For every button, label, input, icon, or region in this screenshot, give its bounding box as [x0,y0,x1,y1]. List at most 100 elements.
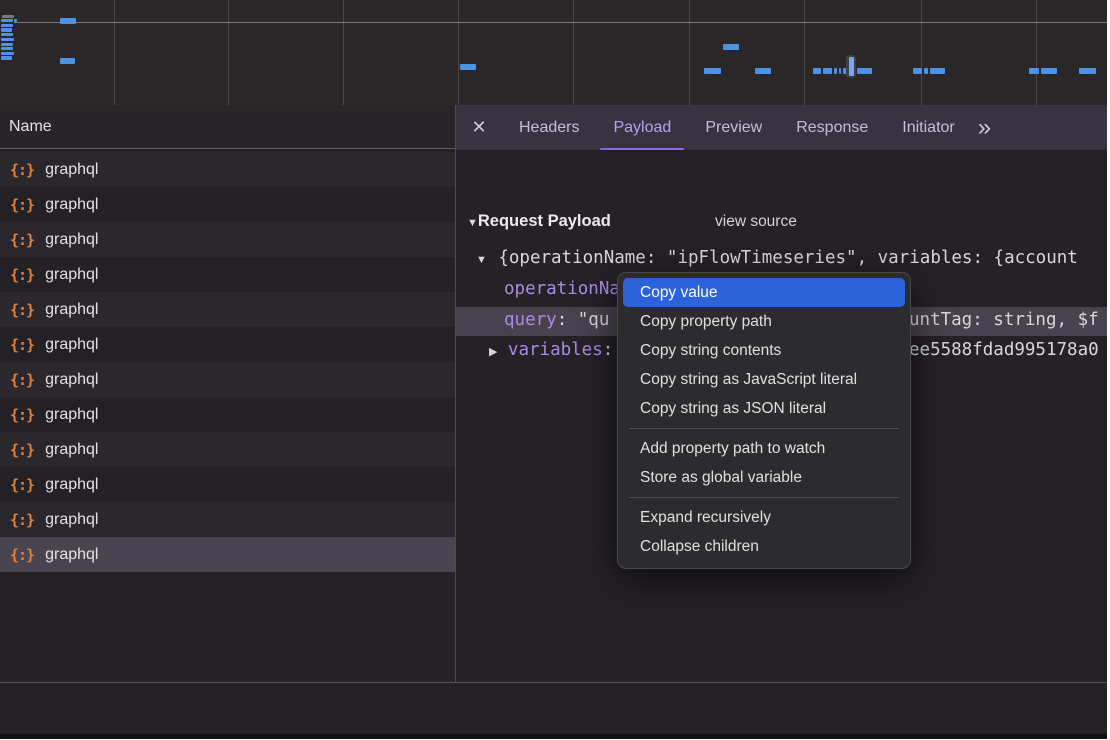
timeline-request-bar[interactable] [460,64,476,70]
tab-preview[interactable]: Preview [688,105,779,150]
timeline-request-bar[interactable] [755,68,771,74]
requests-list: {:} graphql {:} graphql {:} graphql {:} graphql… [0,152,455,572]
timeline-request-bar[interactable] [839,68,841,74]
payload-root-row[interactable]: ▼ {operationName: "ipFlowTimeseries", va… [476,248,1078,268]
json-file-icon: {:} [10,441,34,459]
timeline-request-bar[interactable] [930,68,945,74]
request-row[interactable]: {:}graphql [0,187,455,222]
tab-initiator[interactable]: Initiator [885,105,971,150]
close-icon[interactable]: ✕ [456,105,502,150]
timeline-request-bar[interactable] [823,68,832,74]
timeline-request-bar[interactable] [1029,68,1039,74]
menu-item-store-as-global-variable[interactable]: Store as global variable [623,463,905,492]
more-tabs-icon[interactable]: » [978,105,989,150]
variables-value-right: ee5588fdad995178a0 [909,340,1099,360]
request-row[interactable]: {:}graphql [0,152,455,187]
details-tab-bar: ✕ HeadersPayloadPreviewResponseInitiator… [456,105,1107,151]
menu-item-copy-value[interactable]: Copy value [623,278,905,307]
timeline-request-bar[interactable] [1,33,13,36]
timeline-request-bar[interactable] [834,68,837,74]
name-column-label: Name [9,118,52,135]
menu-item-copy-string-contents[interactable]: Copy string contents [623,336,905,365]
timeline-request-bar[interactable] [60,58,75,64]
property-key: query [504,310,557,330]
overview-gridline [804,0,805,105]
network-overview-timeline[interactable] [0,0,1107,105]
request-row[interactable]: {:}graphql [0,502,455,537]
overview-gridline [114,0,115,105]
menu-item-copy-string-as-javascript-literal[interactable]: Copy string as JavaScript literal [623,365,905,394]
request-name: graphql [45,336,98,354]
summary-footer [0,682,1107,735]
network-requests-pane: Name {:}graphql{:}graphql{:}graphql{:}gr… [0,105,455,682]
timeline-request-bar[interactable] [1,28,12,31]
timeline-request-bar[interactable] [813,68,821,74]
json-file-icon: {:} [10,336,34,354]
request-row[interactable]: {:}graphql [0,222,455,257]
tab-response[interactable]: Response [779,105,885,150]
name-column-header[interactable]: Name [0,105,455,149]
request-row[interactable]: {:}graphql [0,292,455,327]
menu-item-copy-string-as-json-literal[interactable]: Copy string as JSON literal [623,394,905,423]
timeline-request-bar[interactable] [1079,68,1096,74]
request-name: graphql [45,476,98,494]
property-key: variables [508,340,603,360]
timeline-request-bar[interactable] [1041,68,1057,74]
timeline-request-bar[interactable] [1,52,14,55]
request-row[interactable]: {:}graphql [0,467,455,502]
menu-item-expand-recursively[interactable]: Expand recursively [623,503,905,532]
timeline-request-bar[interactable] [723,44,739,50]
menu-item-add-property-path-to-watch[interactable]: Add property path to watch [623,434,905,463]
timeline-request-bar[interactable] [1,56,12,59]
json-file-icon: {:} [10,546,34,564]
collapse-triangle-icon[interactable]: ▼ [467,217,478,229]
timeline-request-bar[interactable] [1,43,13,46]
request-row[interactable]: {:}graphql [0,257,455,292]
overview-horizontal-gridline [14,22,1107,23]
timeline-request-bar[interactable] [60,18,76,24]
json-file-icon: {:} [10,266,34,284]
request-name: graphql [45,406,98,424]
timeline-request-bar[interactable] [1,47,13,50]
request-name: graphql [45,546,98,564]
window-bottom-edge [0,734,1107,739]
overview-gridline [573,0,574,105]
overview-gridline [458,0,459,105]
timeline-request-bar[interactable] [913,68,922,74]
expand-triangle-icon[interactable]: ▶ [489,346,497,358]
overview-gridline [689,0,690,105]
devtools-window: Name {:}graphql{:}graphql{:}graphql{:}gr… [0,0,1107,739]
request-row[interactable]: {:}graphql [0,397,455,432]
json-file-icon: {:} [10,231,34,249]
query-row[interactable]: query: "qu [504,310,609,330]
request-row[interactable]: {:} graphql [0,537,455,572]
request-row[interactable]: {:} graphql [0,327,455,362]
view-source-link[interactable]: view source [715,213,797,231]
request-name: graphql [45,371,98,389]
json-file-icon: {:} [10,161,34,179]
timeline-request-bar[interactable] [857,68,872,74]
request-row[interactable]: {:}graphql [0,362,455,397]
collapse-triangle-icon[interactable]: ▼ [476,254,487,266]
menu-item-copy-property-path[interactable]: Copy property path [623,307,905,336]
timeline-request-bar[interactable] [704,68,721,74]
overview-gridline [228,0,229,105]
context-menu: Copy valueCopy property pathCopy string … [617,272,911,569]
timeline-request-bar[interactable] [1,19,13,22]
colon: : [603,340,614,360]
timeline-request-bar[interactable] [1,24,13,27]
tab-headers[interactable]: Headers [502,105,596,150]
colon: : [557,310,578,330]
timeline-request-bar[interactable] [849,57,854,76]
request-payload-section[interactable]: ▼Request Payload [467,212,611,231]
timeline-request-bar[interactable] [1,38,14,41]
timeline-request-bar[interactable] [924,68,928,74]
timeline-gray-bar[interactable] [2,15,14,18]
timeline-request-bar[interactable] [14,19,17,22]
overview-gridline [1036,0,1037,105]
variables-row[interactable]: ▶ variables: [489,340,613,360]
tab-payload[interactable]: Payload [596,105,688,150]
request-row[interactable]: {:}graphql [0,432,455,467]
property-value-left: "qu [578,310,610,330]
menu-item-collapse-children[interactable]: Collapse children [623,532,905,561]
